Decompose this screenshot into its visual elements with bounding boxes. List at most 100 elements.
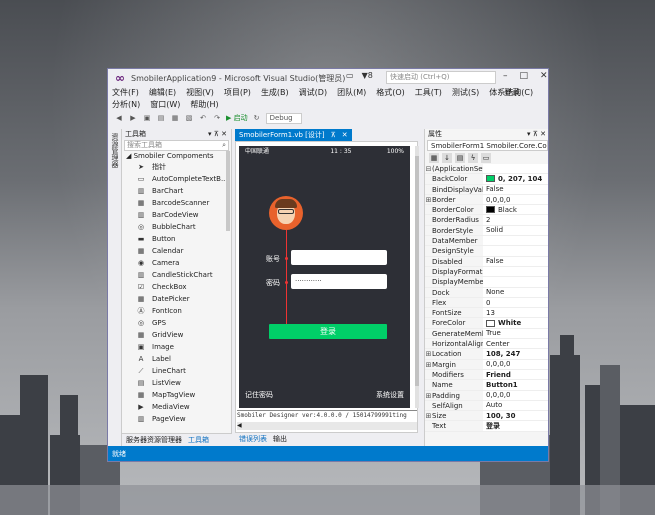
toolbox-pin-icon[interactable]: ▾ ⊼ ✕ [208, 129, 227, 140]
toolbox-bottom-tab[interactable]: 工具箱 [188, 434, 209, 446]
toolbox-item[interactable]: ☑ CheckBox [122, 281, 231, 293]
refresh-icon[interactable]: ↻ [252, 113, 262, 123]
toolbox-item[interactable]: A Label [122, 353, 231, 365]
server-explorer-side-tab[interactable]: 资源管理器 [110, 133, 120, 168]
property-value[interactable]: 2 [483, 215, 548, 225]
property-value[interactable]: 108, 247 [483, 349, 548, 359]
toolbox-item[interactable]: ◉ Camera [122, 257, 231, 269]
toolbox-item[interactable]: ▣ Image [122, 341, 231, 353]
alphabetical-icon[interactable]: ↓ [442, 152, 452, 163]
property-row[interactable]: ⊞ Border 0,0,0,0 [425, 194, 548, 206]
designer-horizontal-scrollbar[interactable]: ◀ [237, 422, 417, 430]
bottom-tab[interactable]: 输出 [273, 433, 287, 446]
properties-icon[interactable]: ▤ [455, 152, 465, 163]
account-input[interactable] [291, 250, 387, 265]
property-expand-icon[interactable]: ⊞ [425, 195, 432, 204]
menu-item[interactable]: 项目(P) [224, 87, 251, 99]
tab-close-icon[interactable]: ✕ [342, 129, 348, 141]
property-row[interactable]: Name Button1 [425, 380, 548, 391]
close-icon[interactable]: ✕ [540, 71, 548, 81]
property-value[interactable]: False [483, 184, 548, 194]
toolbox-item[interactable]: ▤ ListView [122, 377, 231, 389]
menu-item[interactable]: 帮助(H) [190, 99, 218, 111]
login-link[interactable]: 登录 [504, 87, 520, 98]
quick-launch-input[interactable]: 快速启动 (Ctrl+Q) [386, 71, 496, 84]
property-value[interactable]: False [483, 256, 548, 266]
property-value[interactable]: Friend [483, 369, 548, 380]
property-row[interactable]: Disabled False [425, 256, 548, 267]
property-row[interactable]: ForeColor White [425, 318, 548, 329]
menu-item[interactable]: 视图(V) [186, 87, 214, 99]
start-button[interactable]: ▶ 启动 [226, 113, 248, 123]
notification-icon[interactable]: ▼8 [362, 71, 373, 80]
toolbox-item[interactable]: Ⓐ FontIcon [122, 305, 231, 317]
property-expand-icon[interactable]: ⊞ [425, 349, 432, 358]
property-expand-icon[interactable]: ⊞ [425, 411, 432, 420]
toolbox-item[interactable]: ◎ BubbleChart [122, 221, 231, 233]
property-value[interactable]: 0 [483, 297, 548, 308]
property-row[interactable]: DataMember [425, 236, 548, 247]
menu-item[interactable]: 编辑(E) [149, 87, 176, 99]
categorized-icon[interactable]: ▦ [429, 152, 439, 163]
password-input[interactable]: ············ [291, 274, 387, 289]
property-value[interactable] [483, 246, 548, 256]
menu-item[interactable]: 文件(F) [112, 87, 139, 99]
property-value[interactable]: 0,0,0,0 [483, 390, 548, 400]
undo-icon[interactable]: ↶ [198, 113, 208, 123]
toolbox-item[interactable]: ▦ GridView [122, 329, 231, 341]
pin-icon[interactable]: ⊼ [331, 129, 336, 141]
remember-password-link[interactable]: 记住密码 [245, 390, 273, 400]
menu-item[interactable]: 团队(M) [337, 87, 366, 99]
property-value[interactable]: None [483, 287, 548, 297]
menu-item[interactable]: 格式(O) [376, 87, 405, 99]
property-row[interactable]: ⊞ Margin 0,0,0,0 [425, 359, 548, 370]
property-row[interactable]: FontSize 13 [425, 308, 548, 319]
redo-icon[interactable]: ↷ [212, 113, 222, 123]
avatar-image[interactable] [269, 196, 303, 230]
toolbox-item[interactable]: ▶ MediaView [122, 401, 231, 413]
property-expand-icon[interactable]: ⊟ [425, 164, 432, 173]
maximize-icon[interactable]: □ [520, 71, 529, 81]
toolbox-item[interactable]: ▥ CandleStickChart [122, 269, 231, 281]
menu-item[interactable]: 调试(D) [299, 87, 327, 99]
bottom-tab[interactable]: 错误列表 [239, 433, 267, 446]
property-row[interactable]: BorderRadius 2 [425, 215, 548, 226]
property-value[interactable]: 0, 207, 104 [483, 174, 548, 184]
property-expand-icon[interactable]: ⊞ [425, 391, 432, 400]
properties-pin-icon[interactable]: ▾ ⊼ ✕ [527, 129, 546, 140]
property-value[interactable]: 100, 30 [483, 411, 548, 421]
system-settings-link[interactable]: 系统设置 [376, 390, 404, 400]
property-row[interactable]: ⊞ Padding 0,0,0,0 [425, 390, 548, 401]
property-value[interactable] [483, 236, 548, 246]
property-row[interactable]: BindDisplayVal False [425, 184, 548, 195]
property-value[interactable]: Black [483, 205, 548, 215]
property-row[interactable]: ⊞ Size 100, 30 [425, 411, 548, 422]
property-row[interactable]: BorderStyle Solid [425, 225, 548, 237]
login-button[interactable]: 登录 [269, 324, 387, 339]
menu-item[interactable]: 工具(T) [415, 87, 442, 99]
toolbox-item[interactable]: ▦ MapTagView [122, 389, 231, 401]
toolbox-search-input[interactable]: 搜索工具箱 ⌕ [124, 140, 229, 151]
property-row[interactable]: BorderColor Black [425, 205, 548, 216]
property-row[interactable]: SelfAlign Auto [425, 400, 548, 412]
toolbox-bottom-tab[interactable]: 服务器资源管理器 [126, 434, 182, 446]
property-row[interactable]: Dock None [425, 287, 548, 298]
property-value[interactable]: Solid [483, 225, 548, 236]
menu-item[interactable]: 测试(S) [452, 87, 479, 99]
menu-item[interactable]: 分析(N) [112, 99, 140, 111]
toolbox-item[interactable]: ▥ BarCodeView [122, 209, 231, 221]
toolbox-scrollbar[interactable] [226, 151, 230, 231]
properties-object-select[interactable]: SmobilerForm1 Smobiler.Core.Co [427, 140, 548, 151]
designer-scrollbar[interactable] [415, 146, 419, 408]
property-expand-icon[interactable]: ⊞ [425, 360, 432, 369]
save-all-icon[interactable]: ▧ [184, 113, 194, 123]
toolbox-item[interactable]: ◎ GPS [122, 317, 231, 329]
designer-scroll-thumb[interactable] [415, 156, 419, 386]
property-row[interactable]: HorizontalAlign Center [425, 339, 548, 350]
property-row[interactable]: DesignStyle [425, 246, 548, 257]
open-icon[interactable]: ▤ [156, 113, 166, 123]
events-icon[interactable]: ϟ [468, 152, 478, 163]
property-row[interactable]: Modifiers Friend [425, 369, 548, 381]
property-value[interactable]: 0,0,0,0 [483, 194, 548, 205]
forward-icon[interactable]: ▶ [128, 113, 138, 123]
